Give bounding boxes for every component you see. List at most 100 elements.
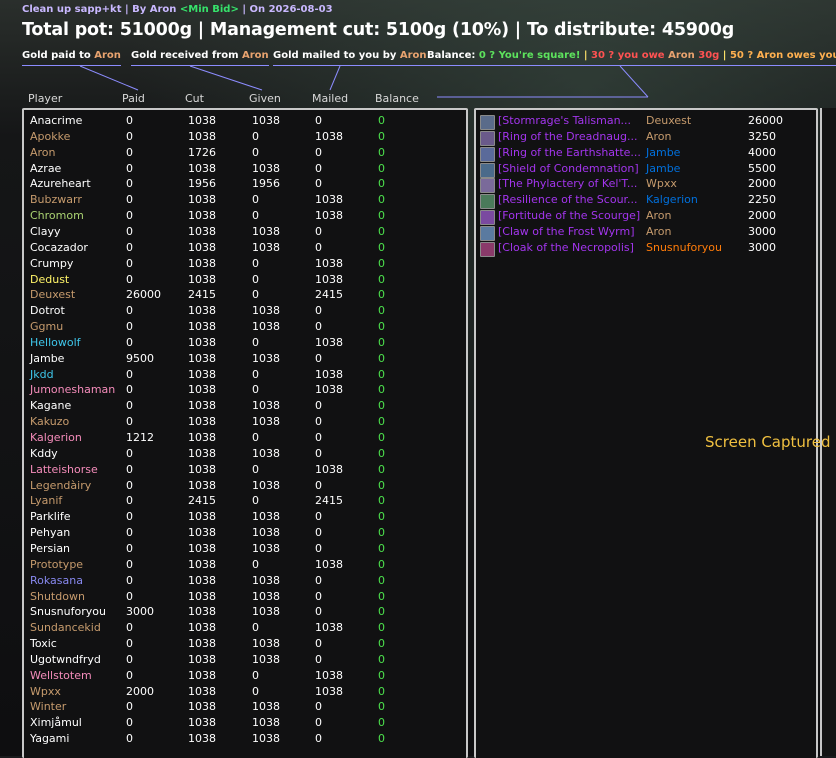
given-value: 1038 [252, 605, 280, 619]
item-price: 4000 [748, 145, 776, 159]
balance-value: 0 [378, 288, 385, 302]
given-value: 1038 [252, 399, 280, 413]
winner-name: Jambe [646, 145, 681, 159]
mailed-value: 0 [315, 446, 322, 460]
item-link[interactable]: [Resilience of the Scour... [498, 193, 638, 206]
cut-value: 1038 [188, 684, 216, 698]
cut-value: 1038 [188, 367, 216, 381]
winner-name: Deuxest [646, 114, 692, 127]
cut-value: 1038 [188, 224, 216, 238]
item-price: 3000 [748, 240, 776, 254]
player-name: Toxic [30, 637, 57, 651]
mailed-value: 0 [315, 145, 322, 159]
cut-value: 1038 [188, 351, 216, 365]
balance-value: 0 [378, 224, 385, 238]
winner-name: Jambe [646, 161, 681, 175]
paid-value: 1212 [126, 431, 154, 444]
balance-value: 0 [378, 478, 385, 492]
player-name: Deuxest [30, 288, 76, 302]
balance-value: 0 [378, 351, 385, 365]
player-table[interactable]: Anacrime 0 1038 1038 0 0 Apokke 0 1038 0 1038 0 Aron… [22, 108, 468, 758]
balance-value: 0 [378, 510, 385, 524]
item-link[interactable]: [Claw of the Frost Wyrm] [498, 225, 635, 238]
winner-name: Kalgerion [646, 193, 698, 207]
cut-value: 1038 [188, 304, 216, 318]
given-value: 0 [252, 145, 259, 159]
item-link[interactable]: [Fortitude of the Scourge] [498, 209, 640, 222]
mailed-value: 0 [315, 716, 322, 730]
given-value: 1038 [252, 161, 280, 175]
item-link[interactable]: [Stormrage's Talisman... [498, 114, 631, 127]
paid-value: 0 [126, 573, 133, 587]
legend-balance: Balance: 0 ? You're square! | 30 ? you o… [427, 50, 836, 66]
player-name: Sundancekid [30, 621, 101, 635]
balance-value: 0 [378, 114, 385, 127]
event-name: Clean up sapp+kt [22, 4, 122, 15]
event-date: 2026-08-03 [268, 4, 333, 15]
paid-value: 0 [126, 383, 133, 397]
legend-paid: Gold paid to Aron [22, 50, 121, 66]
cut-value: 1038 [188, 193, 216, 207]
paid-value: 0 [126, 494, 133, 508]
player-name: Bubzwarr [30, 193, 82, 207]
item-link[interactable]: [The Phylactery of Kel'T... [498, 177, 637, 190]
player-name: Wellstotem [30, 668, 92, 682]
balance-value: 0 [378, 621, 385, 635]
player-name: Persian [30, 541, 71, 555]
screen-captured-message: Screen Captured [705, 433, 831, 451]
player-name: Clayy [30, 224, 61, 238]
item-icon [480, 241, 495, 257]
given-value: 1038 [252, 510, 280, 524]
given-value: 0 [252, 335, 259, 349]
mailed-value: 0 [315, 431, 322, 444]
given-value: 0 [252, 684, 259, 698]
paid-value: 0 [126, 732, 133, 746]
paid-value: 3000 [126, 605, 154, 619]
given-value: 1038 [252, 652, 280, 666]
given-value: 0 [252, 256, 259, 270]
legend-received: Gold received from Aron [131, 50, 269, 66]
balance-value: 0 [378, 526, 385, 540]
player-name: Jambe [30, 351, 65, 365]
paid-value: 0 [126, 700, 133, 714]
cut-value: 1038 [188, 431, 216, 444]
player-name: Ugotwndfryd [30, 652, 101, 666]
mailed-value: 0 [315, 161, 322, 175]
player-name: Pehyan [30, 526, 71, 540]
player-name: Crumpy [30, 256, 74, 270]
given-value: 1038 [252, 446, 280, 460]
balance-value: 0 [378, 129, 385, 143]
player-name: Rokasana [30, 573, 83, 587]
by-label: By [132, 4, 147, 15]
mailed-value: 2415 [315, 288, 343, 302]
cut-value: 1038 [188, 320, 216, 334]
player-name: Chromom [30, 209, 84, 223]
player-name: Kakuzo [30, 415, 70, 429]
balance-value: 0 [378, 700, 385, 714]
mailed-value: 1038 [315, 557, 343, 571]
item-link[interactable]: [Ring of the Dreadnaug... [498, 130, 638, 143]
given-value: 1956 [252, 177, 280, 191]
player-name: Prototype [30, 557, 84, 571]
player-name: Wpxx [30, 684, 61, 698]
balance-value: 0 [378, 431, 385, 444]
player-name: Jumoneshaman [30, 383, 116, 397]
mailed-value: 0 [315, 732, 322, 746]
player-name: Winter [30, 700, 67, 714]
item-link[interactable]: [Ring of the Earthshatte... [498, 146, 641, 159]
item-price: 26000 [748, 114, 783, 127]
player-name: Kagane [30, 399, 72, 413]
cut-value: 1038 [188, 335, 216, 349]
given-value: 1038 [252, 732, 280, 746]
paid-value: 0 [126, 541, 133, 555]
item-link[interactable]: [Shield of Condemnation] [498, 162, 639, 175]
mailed-value: 0 [315, 510, 322, 524]
paid-value: 0 [126, 224, 133, 238]
mailed-value: 1038 [315, 209, 343, 223]
mailed-value: 0 [315, 541, 322, 555]
balance-value: 0 [378, 415, 385, 429]
player-name: Dotrot [30, 304, 65, 318]
given-value: 0 [252, 431, 259, 444]
balance-value: 0 [378, 145, 385, 159]
item-link[interactable]: [Cloak of the Necropolis] [498, 241, 634, 254]
